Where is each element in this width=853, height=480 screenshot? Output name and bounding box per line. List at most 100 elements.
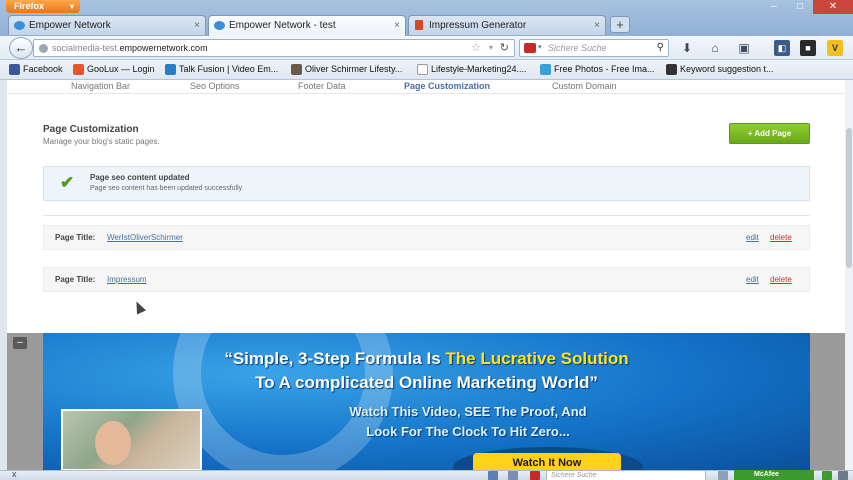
tab-footer-data[interactable]: Footer Data <box>298 81 346 91</box>
check-icon[interactable] <box>822 471 832 480</box>
edit-link[interactable]: edit <box>746 275 759 284</box>
bookmark-oliver-schirmer[interactable]: Oliver Schirmer Lifesty... <box>291 63 402 76</box>
tab-label: Impressum Generator <box>429 20 527 31</box>
tab-close-icon[interactable]: × <box>394 16 400 35</box>
chevron-down-icon[interactable]: ▾ <box>538 40 542 56</box>
page-title-link[interactable]: Impressum <box>107 275 147 284</box>
close-addon-bar-icon[interactable]: x <box>12 469 17 479</box>
tab-close-icon[interactable]: × <box>194 16 200 35</box>
addon-icon[interactable]: ◧ <box>774 40 790 56</box>
photo-image <box>63 411 200 469</box>
scrollbar-thumb[interactable] <box>846 128 852 268</box>
delete-link[interactable]: delete <box>770 233 792 242</box>
tab-empower-network[interactable]: Empower Network × <box>8 15 206 35</box>
promo-banner-area: – “Simple, 3-Step Formula Is The Lucrati… <box>7 333 845 470</box>
keyword-tool-icon <box>666 64 677 75</box>
back-button[interactable]: ← <box>9 37 33 59</box>
home-icon[interactable]: ⌂ <box>707 40 723 56</box>
download-icon[interactable]: ⬇ <box>679 40 695 56</box>
window-menu-icon[interactable]: ▣ <box>736 40 752 56</box>
tab-close-icon[interactable]: × <box>594 16 600 35</box>
banner-subline-1: Watch This Video, SEE The Proof, And <box>349 404 587 419</box>
bookmark-label: Lifestyle-Marketing24.... <box>431 64 527 74</box>
addon-search-placeholder: Sichere Suche <box>551 472 597 479</box>
tab-page-customization[interactable]: Page Customization <box>404 81 490 91</box>
page-row: Page Title: WerIstOliverSchirmer edit de… <box>43 225 810 250</box>
bookmark-free-photos[interactable]: Free Photos - Free Ima... <box>540 63 655 76</box>
delete-link[interactable]: delete <box>770 275 792 284</box>
firefox-menu-label: Firefox <box>14 1 45 11</box>
window-controls: – □ ✕ <box>761 0 853 14</box>
talk-fusion-icon <box>165 64 176 75</box>
tab-seo-options[interactable]: Seo Options <box>190 81 240 91</box>
page-scrollbar[interactable] <box>845 80 853 470</box>
extension-v-icon[interactable]: V <box>827 40 843 56</box>
bookmarks-toolbar: Facebook GooLux — Login Talk Fusion | Vi… <box>0 60 853 80</box>
bookmark-label: Keyword suggestion t... <box>680 64 774 74</box>
presenter-photo <box>61 409 202 470</box>
watch-now-button[interactable]: Watch It Now <box>473 453 621 470</box>
promo-banner[interactable]: “Simple, 3-Step Formula Is The Lucrative… <box>43 333 810 470</box>
window-close-icon[interactable]: ✕ <box>813 0 853 14</box>
browser-titlebar: Firefox ▾ – □ ✕ Empower Network × Empowe… <box>0 0 853 36</box>
empower-favicon-icon <box>14 21 25 30</box>
url-domain: empowernetwork.com <box>119 43 208 53</box>
collapse-button[interactable]: – <box>13 337 27 349</box>
edit-link[interactable]: edit <box>746 233 759 242</box>
tab-empower-network-test[interactable]: Empower Network - test × <box>208 15 406 36</box>
url-bar[interactable]: socialmedia-test.empowernetwork.com ☆ ▾ … <box>33 39 515 57</box>
impressum-favicon-icon <box>415 20 423 30</box>
success-alert: ✔ Page seo content updated Page seo cont… <box>43 166 810 201</box>
bookmark-label: Talk Fusion | Video Em... <box>179 64 279 74</box>
face-shape <box>95 421 131 465</box>
tab-label: Empower Network - test <box>229 20 336 31</box>
search-placeholder: Sichere Suche <box>548 43 607 53</box>
bookmark-goolux[interactable]: GooLux — Login <box>73 63 155 76</box>
empower-favicon-icon <box>214 21 225 30</box>
banner-headline-1: “Simple, 3-Step Formula Is The Lucrative… <box>43 349 810 369</box>
bookmark-keyword-suggestion[interactable]: Keyword suggestion t... <box>666 63 774 76</box>
photos-icon <box>540 64 551 75</box>
page-row: Page Title: Impressum edit delete <box>43 267 810 292</box>
addon-icon[interactable] <box>488 471 498 480</box>
minimize-icon[interactable]: – <box>761 0 787 14</box>
firefox-menu-button[interactable]: Firefox ▾ <box>6 0 80 13</box>
pocket-icon[interactable]: ■ <box>800 40 816 56</box>
url-prefix: socialmedia-test. <box>52 43 120 53</box>
alert-title: Page seo content updated <box>90 173 190 182</box>
new-tab-button[interactable]: + <box>610 16 630 33</box>
page-title: Page Customization <box>43 124 139 135</box>
mcafee-badge[interactable]: McAfee <box>734 470 814 480</box>
resize-grip-icon <box>838 471 848 480</box>
tab-impressum-generator[interactable]: Impressum Generator × <box>408 15 606 35</box>
search-input[interactable]: ▾ Sichere Suche ⚲ <box>519 39 669 57</box>
banner-headline-2: To A complicated Online Marketing World” <box>255 373 598 392</box>
bookmark-talk-fusion[interactable]: Talk Fusion | Video Em... <box>165 63 278 76</box>
reload-icon[interactable]: ↻ <box>500 40 509 56</box>
page-title-link[interactable]: WerIstOliverSchirmer <box>107 233 183 242</box>
page-subtitle: Manage your blog's static pages. <box>43 137 160 146</box>
maximize-icon[interactable]: □ <box>787 0 813 14</box>
bookmark-facebook[interactable]: Facebook <box>9 63 63 76</box>
addon-icon[interactable] <box>508 471 518 480</box>
bookmark-label: Oliver Schirmer Lifesty... <box>305 64 403 74</box>
settings-subnav: Navigation Bar Seo Options Footer Data P… <box>7 80 845 94</box>
bookmark-star-icon[interactable]: ☆ <box>471 40 481 56</box>
url-dropdown-icon[interactable]: ▾ <box>489 40 493 56</box>
shield-icon[interactable] <box>718 471 728 480</box>
bookmark-label: Facebook <box>23 64 63 74</box>
search-icon[interactable]: ⚲ <box>657 40 664 56</box>
headline-text: “Simple, 3-Step Formula Is <box>224 349 446 368</box>
banner-subline-2: Look For The Clock To Hit Zero... <box>366 424 570 439</box>
page-content: Navigation Bar Seo Options Footer Data P… <box>7 80 845 470</box>
bookmark-lifestyle-marketing[interactable]: Lifestyle-Marketing24.... <box>417 63 527 76</box>
search-engine-icon[interactable] <box>524 43 536 53</box>
tab-custom-domain[interactable]: Custom Domain <box>552 81 617 91</box>
bookmark-label: GooLux — Login <box>87 64 155 74</box>
addon-search-input[interactable]: Sichere Suche <box>546 470 706 480</box>
add-page-button[interactable]: + Add Page <box>729 123 810 144</box>
chevron-down-icon: ▾ <box>69 2 74 11</box>
tab-navigation-bar[interactable]: Navigation Bar <box>71 81 130 91</box>
search-engine-icon[interactable] <box>530 471 540 480</box>
page-title-label: Page Title: <box>55 233 96 242</box>
